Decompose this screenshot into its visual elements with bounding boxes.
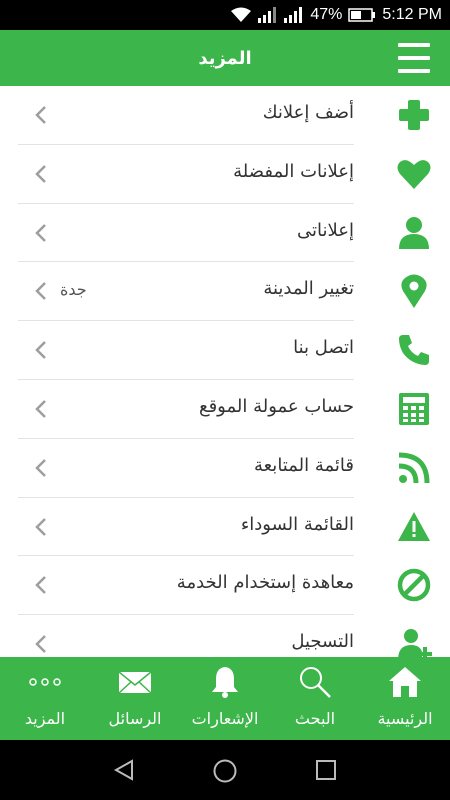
- menu-item-label: حساب عمولة الموقع: [198, 395, 354, 417]
- app-bar: المزيد: [0, 30, 450, 86]
- menu-item-label: معاهدة إستخدام الخدمة: [176, 572, 354, 594]
- nav-label: الإشعارات: [191, 709, 259, 728]
- plus-icon: [396, 97, 432, 133]
- chevron-left-icon: [35, 576, 46, 595]
- signal-icon: [284, 7, 304, 23]
- ban-icon: [396, 567, 432, 603]
- menu-item-label: تغيير المدينة: [263, 278, 354, 300]
- nav-item-home[interactable]: الرئيسية: [360, 657, 450, 740]
- home-circle-icon[interactable]: [212, 758, 238, 784]
- nav-label: الرسائل: [108, 709, 162, 728]
- chevron-left-icon: [35, 223, 46, 242]
- menu-item-my-ads[interactable]: إعلاناتى: [0, 204, 450, 263]
- system-nav-bar: [0, 740, 450, 800]
- user-icon: [396, 215, 432, 251]
- chevron-left-icon: [35, 164, 46, 183]
- back-icon[interactable]: [112, 758, 136, 782]
- page-title: المزيد: [198, 47, 252, 69]
- menu-item-contact-us[interactable]: اتصل بنا: [0, 321, 450, 380]
- menu-item-label: أضف إعلانك: [262, 102, 354, 123]
- warning-icon: [396, 509, 432, 545]
- menu-item-label: إعلاناتى: [297, 219, 354, 241]
- menu-list: أضف إعلانك إعلانات المفضلة إعلاناتى تغيي…: [0, 86, 450, 657]
- menu-item-favorites[interactable]: إعلانات المفضلة: [0, 145, 450, 204]
- menu-item-label: قائمة المتابعة: [253, 454, 354, 476]
- chevron-left-icon: [35, 517, 46, 536]
- nav-label: البحث: [294, 709, 336, 728]
- menu-item-register[interactable]: التسجيل: [0, 615, 450, 657]
- nav-label: الرئيسية: [377, 709, 433, 728]
- menu-item-label: التسجيل: [291, 631, 354, 653]
- wifi-icon: [230, 7, 252, 23]
- selected-city-value: جدة: [60, 280, 87, 300]
- recents-icon[interactable]: [314, 758, 338, 782]
- menu-item-label: القائمة السوداء: [240, 513, 354, 535]
- bottom-nav: المزيد الرسائل الإشعارات البحث الرئيسية: [0, 657, 450, 740]
- nav-label: المزيد: [24, 709, 66, 728]
- calculator-icon: [396, 391, 432, 427]
- chevron-left-icon: [35, 341, 46, 360]
- chevron-left-icon: [35, 635, 46, 654]
- menu-item-blacklist[interactable]: القائمة السوداء: [0, 498, 450, 557]
- nav-item-notifications[interactable]: الإشعارات: [180, 657, 270, 740]
- menu-item-commission-calculator[interactable]: حساب عمولة الموقع: [0, 380, 450, 439]
- nav-item-more[interactable]: المزيد: [0, 657, 90, 740]
- location-pin-icon: [396, 273, 432, 309]
- nav-item-search[interactable]: البحث: [270, 657, 360, 740]
- status-bar: 47% 5:12 PM: [0, 0, 450, 30]
- signal-icon: [258, 7, 278, 23]
- chevron-left-icon: [35, 400, 46, 418]
- clock: 5:12 PM: [382, 6, 442, 23]
- nav-item-messages[interactable]: الرسائل: [90, 657, 180, 740]
- search-icon: [297, 665, 333, 699]
- menu-item-label: اتصل بنا: [293, 337, 354, 359]
- menu-item-terms[interactable]: معاهدة إستخدام الخدمة: [0, 556, 450, 616]
- battery-icon: [348, 8, 376, 22]
- add-user-icon: [396, 626, 432, 657]
- more-dots-icon: [27, 665, 63, 699]
- menu-item-label: إعلانات المفضلة: [233, 160, 354, 182]
- chevron-left-icon: [35, 282, 46, 301]
- hamburger-menu-icon[interactable]: [398, 43, 430, 73]
- menu-item-follow-list[interactable]: قائمة المتابعة: [0, 439, 450, 498]
- bell-icon: [207, 665, 243, 699]
- phone-icon: [396, 332, 432, 368]
- menu-item-add-ad[interactable]: أضف إعلانك: [0, 86, 450, 145]
- chevron-left-icon: [35, 458, 46, 477]
- chevron-left-icon: [35, 106, 46, 124]
- menu-item-change-city[interactable]: تغيير المدينة جدة: [0, 262, 450, 322]
- home-icon: [387, 665, 423, 699]
- rss-icon: [396, 450, 432, 486]
- envelope-icon: [117, 665, 153, 699]
- heart-icon: [396, 156, 432, 192]
- battery-percent: 47%: [310, 6, 343, 23]
